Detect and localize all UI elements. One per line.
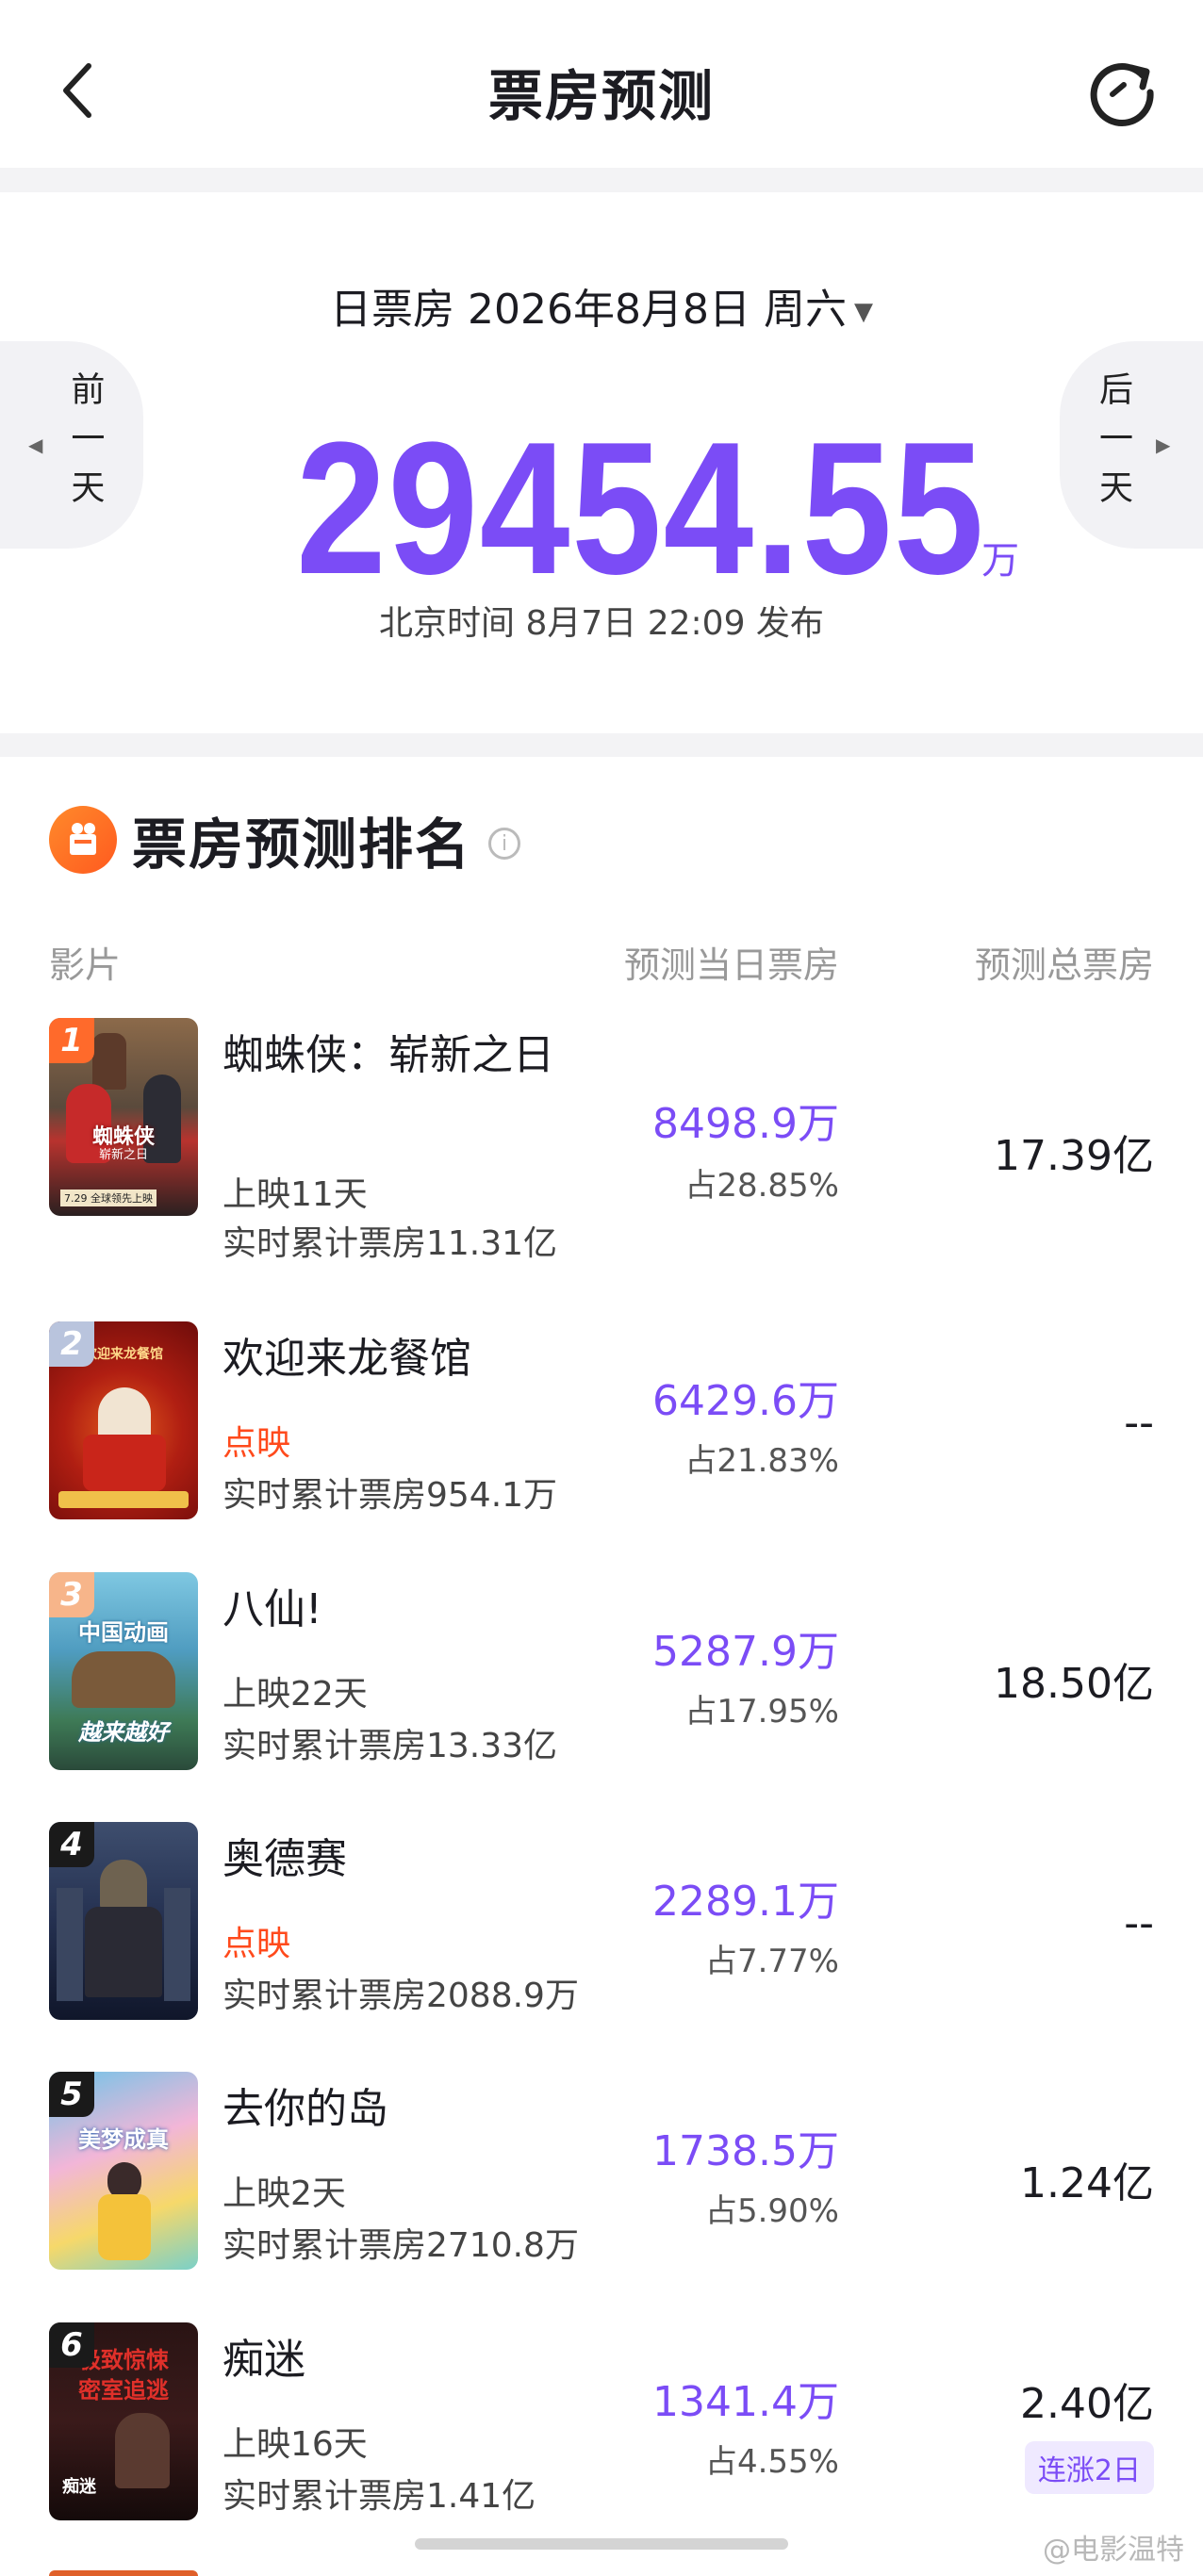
- forecast-total-box-office: 1.24亿: [1020, 2159, 1154, 2207]
- movie-row[interactable]: 蜘蛛侠 崭新之日 7.29 全球领先上映 1 蜘蛛侠：崭新之日 上映11天 实时…: [0, 1018, 1203, 1263]
- rank-badge: 6: [49, 2322, 94, 2368]
- rank-badge: 5: [49, 2072, 94, 2117]
- cumulative-box-office: 实时累计票房2710.8万: [222, 2226, 579, 2265]
- movie-title[interactable]: 奥德赛: [222, 1831, 562, 1888]
- refresh-icon: [1090, 63, 1154, 126]
- forecast-day-box-office: 1341.4万: [652, 2378, 839, 2426]
- film-camera-icon: [49, 806, 117, 874]
- release-status: 上映22天: [222, 1675, 368, 1714]
- movie-title[interactable]: 痴迷: [222, 2332, 562, 2388]
- movie-title[interactable]: 去你的岛: [222, 2081, 562, 2138]
- forecast-amount-unit: 万: [981, 539, 1020, 582]
- ranking-header: 票房预测排名 i: [49, 800, 521, 879]
- cumulative-box-office: 实时累计票房954.1万: [222, 1476, 558, 1515]
- poster-subtitle: 密室追逃: [78, 2377, 169, 2404]
- ranking-title: 票房预测排名: [132, 812, 472, 877]
- cumulative-box-office: 实时累计票房11.31亿: [222, 1224, 558, 1263]
- forecast-day-box-office: 6429.6万: [652, 1377, 839, 1425]
- rank-badge: 3: [49, 1572, 94, 1617]
- rank-badge: 4: [49, 1822, 94, 1867]
- forecast-total-box-office: 18.50亿: [994, 1660, 1154, 1708]
- movie-row[interactable]: 欢迎来龙餐馆 2 欢迎来龙餐馆 点映 实时累计票房954.1万 6429.6万 …: [0, 1321, 1203, 1548]
- column-header-film: 影片: [49, 944, 122, 986]
- movie-poster[interactable]: 美梦成真 5: [49, 2072, 198, 2270]
- share-percent: 占5.90%: [704, 2192, 839, 2230]
- movie-poster[interactable]: 蜘蛛侠 崭新之日 7.29 全球领先上映 1: [49, 1018, 198, 1216]
- home-indicator[interactable]: [415, 2538, 788, 2550]
- share-percent: 占7.77%: [704, 1943, 839, 1980]
- forecast-total-box-office: --: [1124, 1399, 1154, 1447]
- cumulative-box-office: 实时累计票房1.41亿: [222, 2477, 536, 2516]
- column-header-day: 预测当日票房: [623, 944, 839, 986]
- poster-logo-text: 痴迷: [62, 2477, 96, 2497]
- poster-subtitle: 崭新之日: [98, 1148, 148, 1162]
- share-percent: 占4.55%: [704, 2443, 839, 2481]
- movie-poster[interactable]: 欢迎来龙餐馆 2: [49, 1321, 198, 1519]
- publish-time: 北京时间 8月7日 22:09 发布: [379, 604, 824, 643]
- forecast-day-box-office: 2289.1万: [652, 1878, 839, 1926]
- share-percent: 占21.83%: [684, 1442, 839, 1480]
- movie-poster[interactable]: 4: [49, 1822, 198, 2020]
- release-status: 上映2天: [222, 2174, 346, 2213]
- next-movie-poster-edge: [49, 2570, 198, 2576]
- info-icon[interactable]: i: [488, 828, 521, 860]
- forecast-amount: 29454.55万: [0, 415, 1203, 603]
- forecast-total-box-office: --: [1124, 1899, 1154, 1947]
- movie-title[interactable]: 欢迎来龙餐馆: [222, 1331, 562, 1387]
- poster-title: 中国动画: [78, 1619, 169, 1646]
- forecast-amount-value: 29454.55: [295, 403, 986, 614]
- movie-row[interactable]: 4 奥德赛 点映 实时累计票房2088.9万 2289.1万 占7.77% --: [0, 1822, 1203, 2048]
- caret-down-icon: ▼: [853, 298, 873, 326]
- daily-box-office-card: 日票房 2026年8月8日 周六 ▼ ◀ 前一天 后一天 ▶ 29454.55万 …: [0, 192, 1203, 733]
- movie-title[interactable]: 八仙!: [222, 1582, 562, 1638]
- watermark: @电影温特: [1043, 2534, 1184, 2567]
- release-status: 上映11天: [222, 1175, 368, 1214]
- poster-date: 7.29 全球领先上映: [60, 1190, 157, 1206]
- movie-row[interactable]: 极致惊悚 密室追逃 痴迷 6 痴迷 上映16天 实时累计票房1.41亿 1341…: [0, 2322, 1203, 2549]
- movie-poster[interactable]: 极致惊悚 密室追逃 痴迷 6: [49, 2322, 198, 2520]
- movie-title[interactable]: 蜘蛛侠：崭新之日: [222, 1027, 562, 1084]
- rising-streak-badge: 连涨2日: [1024, 2441, 1154, 2494]
- forecast-day-box-office: 1738.5万: [652, 2127, 839, 2175]
- column-header-total: 预测总票房: [974, 944, 1154, 986]
- cumulative-box-office: 实时累计票房13.33亿: [222, 1727, 558, 1765]
- release-status: 上映16天: [222, 2425, 368, 2464]
- forecast-total-box-office: 17.39亿: [994, 1132, 1154, 1180]
- movie-poster[interactable]: 中国动画 越来越好 3: [49, 1572, 198, 1770]
- poster-title: 美梦成真: [78, 2126, 169, 2153]
- rank-badge: 1: [49, 1018, 94, 1063]
- date-label: 日票房 2026年8月8日 周六: [330, 286, 847, 334]
- page-title: 票房预测: [487, 64, 715, 128]
- share-percent: 占17.95%: [684, 1693, 839, 1731]
- share-percent: 占28.85%: [684, 1167, 839, 1205]
- preview-badge: 点映: [222, 1424, 291, 1463]
- forecast-day-box-office: 5287.9万: [652, 1628, 839, 1676]
- forecast-day-box-office: 8498.9万: [652, 1100, 839, 1148]
- date-selector[interactable]: 日票房 2026年8月8日 周六 ▼: [0, 275, 1203, 336]
- forecast-total-box-office: 2.40亿: [1020, 2380, 1154, 2428]
- refresh-button[interactable]: [1084, 55, 1160, 130]
- cumulative-box-office: 实时累计票房2088.9万: [222, 1977, 579, 2015]
- top-nav-bar: 票房预测: [0, 0, 1203, 168]
- ranking-section: 票房预测排名 i 影片 预测当日票房 预测总票房 蜘蛛侠 崭新之日 7.29 全…: [0, 757, 1203, 2576]
- rank-badge: 2: [49, 1321, 94, 1367]
- movie-row[interactable]: 中国动画 越来越好 3 八仙! 上映22天 实时累计票房13.33亿 5287.…: [0, 1572, 1203, 1798]
- preview-badge: 点映: [222, 1925, 291, 1963]
- poster-subtitle: 越来越好: [78, 1719, 169, 1746]
- movie-row[interactable]: 美梦成真 5 去你的岛 上映2天 实时累计票房2710.8万 1738.5万 占…: [0, 2072, 1203, 2298]
